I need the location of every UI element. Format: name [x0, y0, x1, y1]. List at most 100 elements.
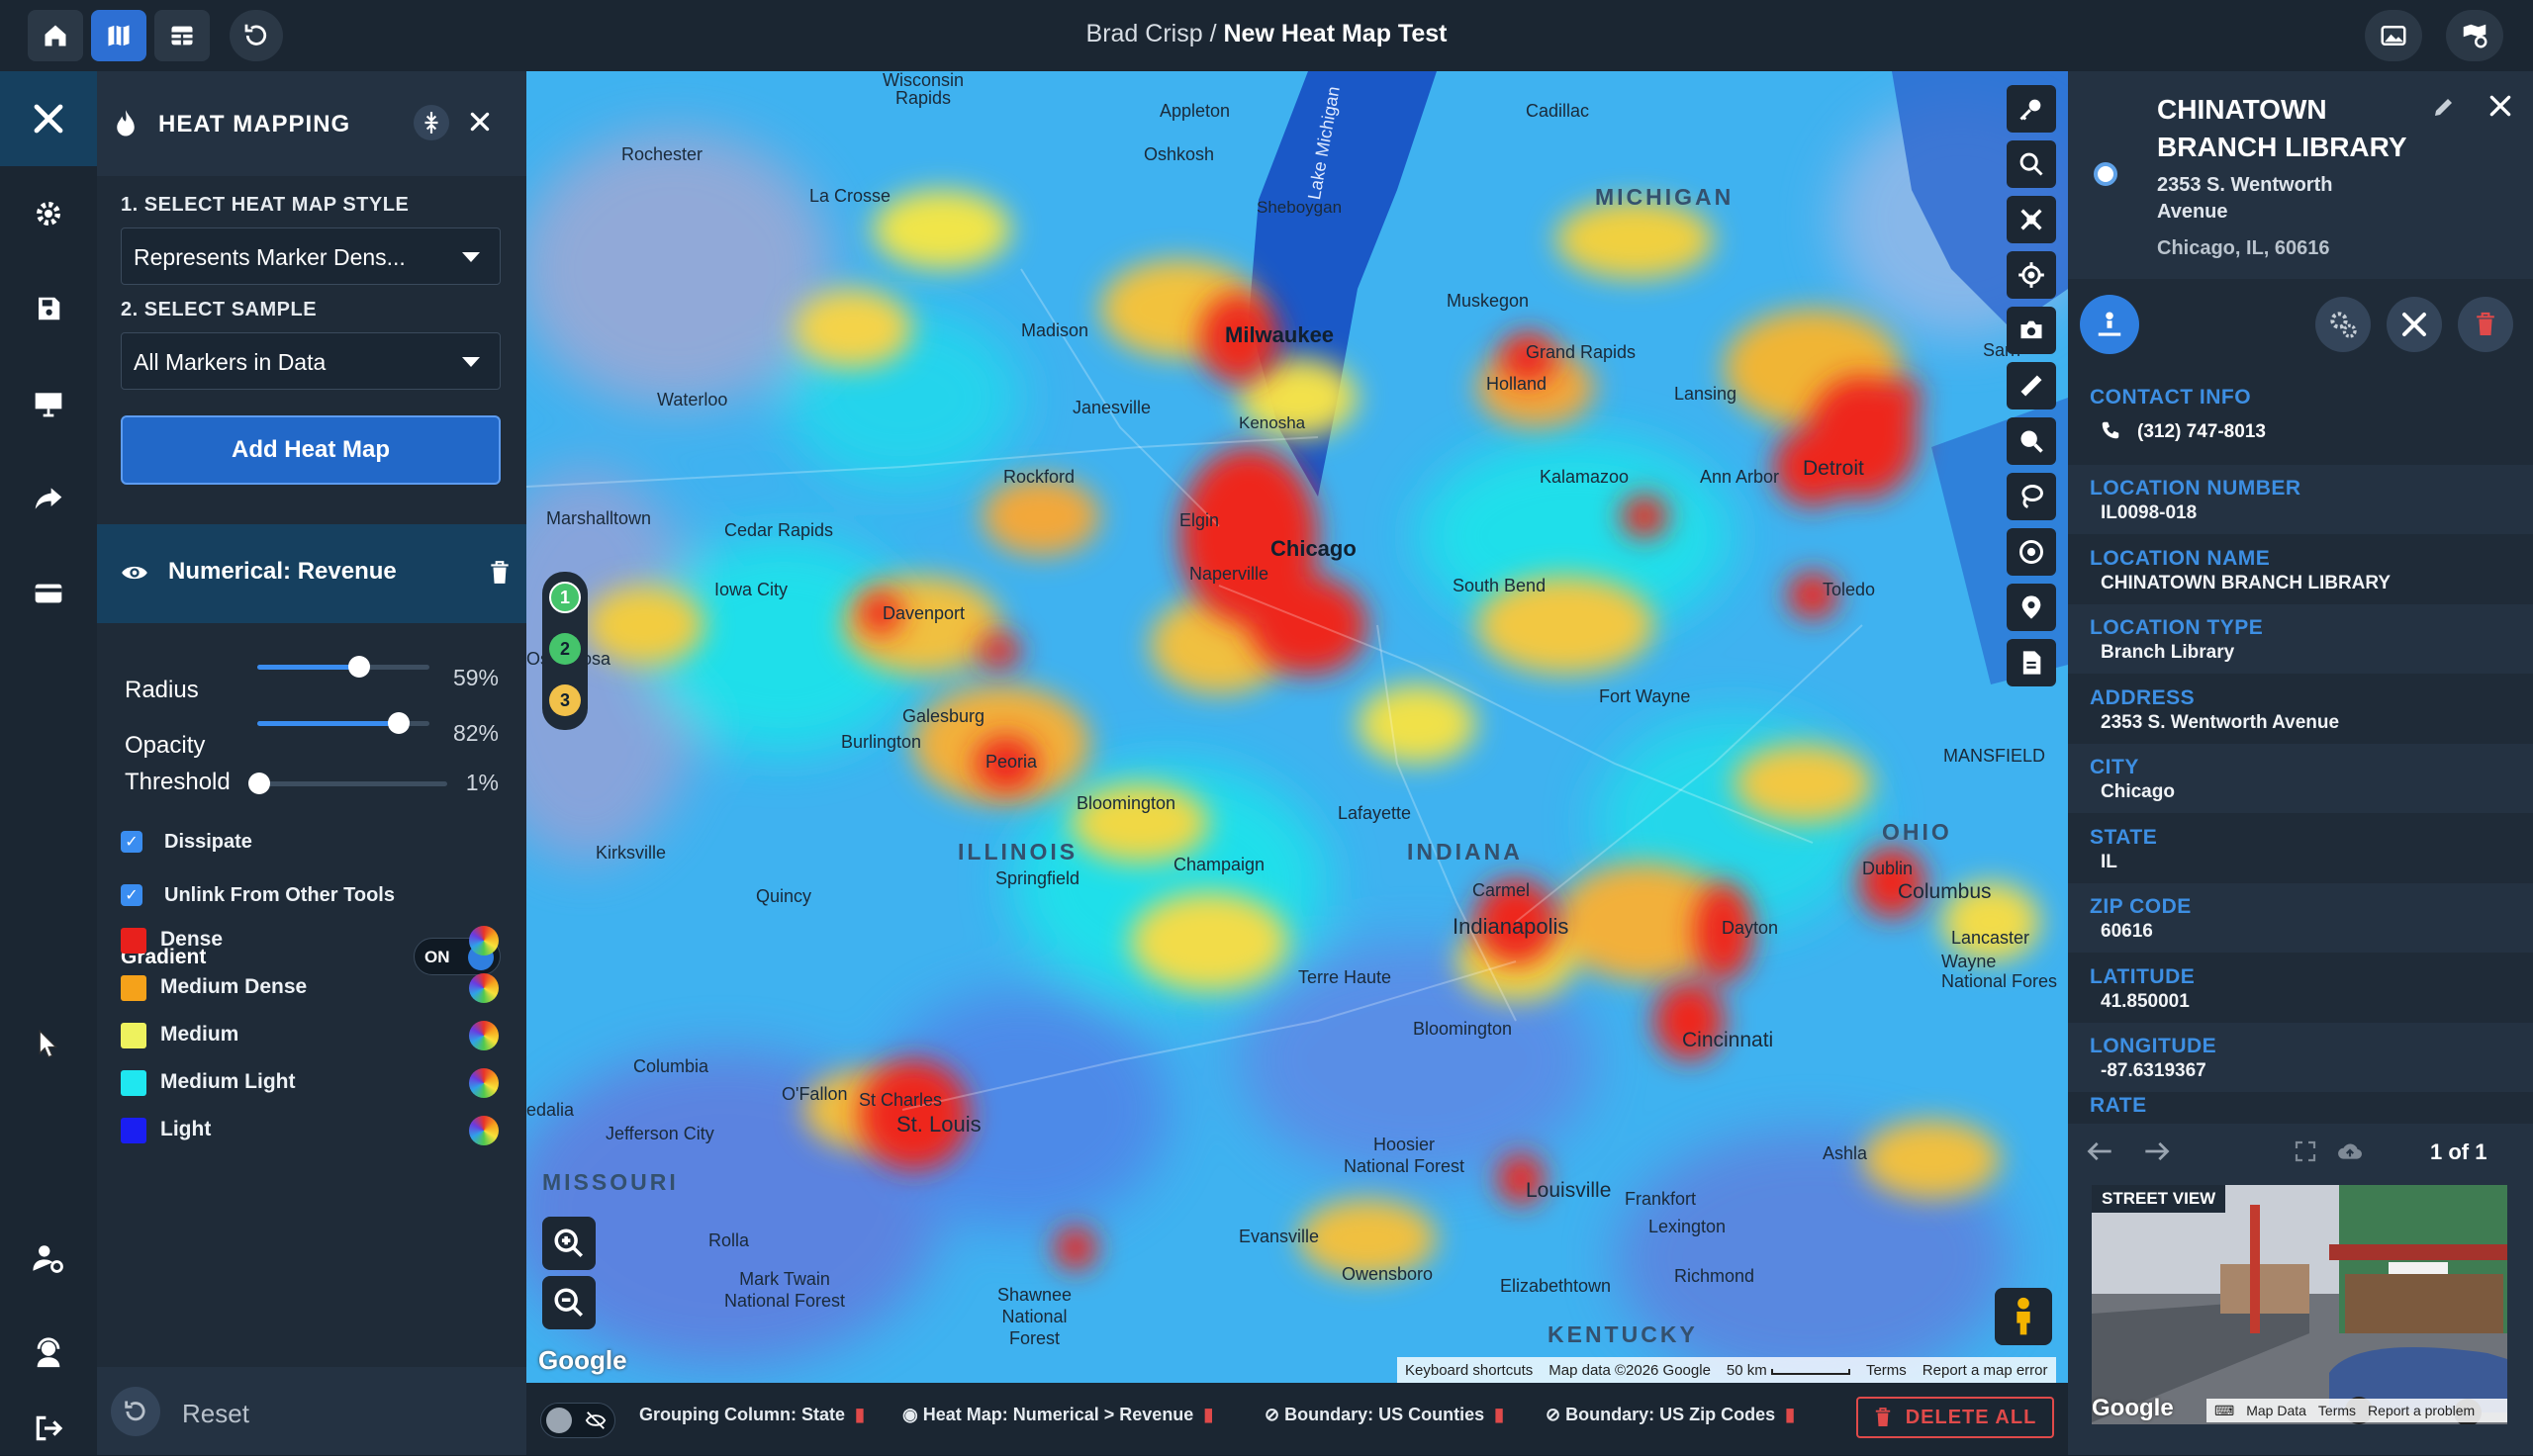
- terms-link[interactable]: Terms: [1866, 1362, 1907, 1379]
- breadcrumb-user[interactable]: Brad Crisp: [1086, 20, 1203, 47]
- heat-map[interactable]: Wisconsin Rapids Appleton Oshkosh Roches…: [526, 71, 2068, 1383]
- delete-marker-button[interactable]: [2458, 297, 2513, 352]
- map-label-davenport: Davenport: [883, 603, 966, 623]
- tool-settings-button[interactable]: [2007, 196, 2056, 243]
- gradient-label-text: Dense: [160, 928, 224, 951]
- edit-pencil-icon[interactable]: [2432, 95, 2456, 119]
- keyboard-shortcuts-link[interactable]: Keyboard shortcuts: [1405, 1362, 1533, 1379]
- rail-settings-button[interactable]: [0, 166, 97, 261]
- gradient-swatch[interactable]: [121, 928, 146, 954]
- chip-boundary-counties[interactable]: ⊘ Boundary: US Counties ▮: [1265, 1405, 1504, 1434]
- gradient-row: Medium Dense: [121, 967, 507, 1007]
- rail-support-button[interactable]: [0, 1306, 97, 1401]
- gradient-swatch[interactable]: [121, 1070, 146, 1096]
- trash-icon[interactable]: ▮: [855, 1405, 865, 1424]
- rail-presentation-button[interactable]: [0, 356, 97, 451]
- map-label-ann-arbor: Ann Arbor: [1700, 467, 1780, 487]
- opacity-slider[interactable]: [257, 712, 429, 734]
- add-heat-map-button[interactable]: Add Heat Map: [121, 415, 501, 485]
- layer-badge-1[interactable]: 1: [549, 582, 581, 613]
- rail-billing-button[interactable]: [0, 546, 97, 641]
- collapse-button[interactable]: [414, 105, 449, 140]
- gradient-swatch[interactable]: [121, 1023, 146, 1048]
- marker-tools-button[interactable]: [2387, 297, 2442, 352]
- reset-label[interactable]: Reset: [182, 1399, 249, 1429]
- trash-icon[interactable]: ▮: [1203, 1405, 1213, 1424]
- dissipate-checkbox[interactable]: ✓: [121, 831, 142, 853]
- gradient-swatch[interactable]: [121, 975, 146, 1001]
- delete-all-button[interactable]: DELETE ALL: [1856, 1397, 2054, 1438]
- contact-phone[interactable]: (312) 747-8013: [2137, 421, 2266, 443]
- heat-layer-row[interactable]: Numerical: Revenue: [97, 524, 526, 623]
- map-canvas[interactable]: [526, 71, 2068, 1383]
- arrow-right-icon[interactable]: [2143, 1139, 2171, 1163]
- panel-close-button[interactable]: [467, 109, 493, 139]
- color-wheel-icon[interactable]: [469, 926, 499, 956]
- map-label-cedar-rapids: Cedar Rapids: [724, 520, 834, 540]
- tool-screenshot-button[interactable]: [2007, 307, 2056, 354]
- threshold-slider[interactable]: [247, 773, 447, 794]
- tool-search-button[interactable]: [2007, 140, 2056, 188]
- report-map-error-link[interactable]: Report a map error: [1923, 1362, 2048, 1379]
- detail-field-row: LOCATION NUMBER IL0098-018: [2068, 465, 2533, 534]
- logout-icon: [36, 1415, 63, 1441]
- tool-locate-button[interactable]: [2007, 251, 2056, 299]
- arrow-left-icon[interactable]: [2086, 1139, 2113, 1163]
- trash-icon[interactable]: [489, 560, 511, 586]
- layer-badge-3[interactable]: 3: [549, 684, 581, 716]
- sv-report-link[interactable]: Report a problem: [2368, 1403, 2475, 1418]
- tool-key-button[interactable]: [2007, 85, 2056, 133]
- breadcrumb: Brad Crisp / New Heat Map Test: [0, 20, 2533, 48]
- color-wheel-icon[interactable]: [469, 1068, 499, 1098]
- rail-logout-button[interactable]: [0, 1401, 97, 1456]
- chip-heat-map[interactable]: ◉ Heat Map: Numerical > Revenue ▮: [902, 1405, 1213, 1434]
- chip-grouping-column[interactable]: Grouping Column: State ▮: [639, 1405, 865, 1434]
- color-wheel-icon[interactable]: [469, 1021, 499, 1050]
- map-settings-button[interactable]: [2446, 10, 2503, 61]
- zoom-out-button[interactable]: [542, 1276, 596, 1329]
- tool-radius-button[interactable]: [2007, 528, 2056, 576]
- radius-slider-handle[interactable]: [347, 656, 370, 678]
- eye-off-icon: ⊘: [1265, 1405, 1285, 1424]
- detail-close-icon[interactable]: [2487, 93, 2513, 119]
- reset-button[interactable]: [111, 1387, 160, 1436]
- unlink-checkbox[interactable]: ✓: [121, 884, 142, 906]
- color-wheel-icon[interactable]: [469, 973, 499, 1003]
- rail-tools-button[interactable]: [0, 71, 97, 166]
- radius-slider[interactable]: [257, 656, 429, 678]
- fullscreen-icon[interactable]: [2294, 1139, 2317, 1163]
- route-button[interactable]: [2080, 295, 2139, 354]
- rail-save-button[interactable]: [0, 261, 97, 356]
- chip-boundary-zip-codes[interactable]: ⊘ Boundary: US Zip Codes ▮: [1546, 1405, 1795, 1434]
- threshold-slider-handle[interactable]: [247, 773, 270, 794]
- layers-visibility-toggle[interactable]: [540, 1403, 615, 1438]
- trash-icon: [2477, 312, 2494, 335]
- zoom-in-button[interactable]: [542, 1217, 596, 1270]
- tool-marker-button[interactable]: [2007, 584, 2056, 631]
- sv-map-data-link[interactable]: Map Data: [2246, 1403, 2306, 1418]
- gallery-button[interactable]: [2365, 10, 2422, 61]
- eye-off-icon: [585, 1411, 607, 1429]
- rail-account-settings-button[interactable]: [0, 1211, 97, 1306]
- cloud-upload-icon[interactable]: [2337, 1139, 2363, 1163]
- street-view-image[interactable]: STREET VIEW Google ⌨ Map Data Terms Repo…: [2092, 1185, 2507, 1424]
- street-view-pegman-button[interactable]: [1995, 1288, 2052, 1345]
- trash-icon[interactable]: ▮: [1785, 1405, 1795, 1424]
- rail-share-button[interactable]: [0, 451, 97, 546]
- tool-zoom-area-button[interactable]: [2007, 417, 2056, 465]
- trash-icon[interactable]: ▮: [1494, 1405, 1504, 1424]
- tool-lasso-button[interactable]: [2007, 473, 2056, 520]
- opacity-slider-handle[interactable]: [387, 712, 410, 734]
- heat-style-select[interactable]: Represents Marker Dens...: [121, 228, 501, 285]
- layer-badge-2[interactable]: 2: [549, 633, 581, 665]
- tool-report-button[interactable]: [2007, 639, 2056, 686]
- map-label-kentucky-state: KENTUCKY: [1548, 1321, 1698, 1347]
- eye-icon[interactable]: [121, 562, 148, 584]
- reset-bar: Reset: [97, 1367, 526, 1455]
- gradient-swatch[interactable]: [121, 1118, 146, 1143]
- sv-terms-link[interactable]: Terms: [2318, 1403, 2356, 1418]
- color-wheel-icon[interactable]: [469, 1116, 499, 1145]
- sample-select[interactable]: All Markers in Data: [121, 332, 501, 390]
- tool-measure-button[interactable]: [2007, 362, 2056, 410]
- marker-settings-button[interactable]: [2315, 297, 2371, 352]
